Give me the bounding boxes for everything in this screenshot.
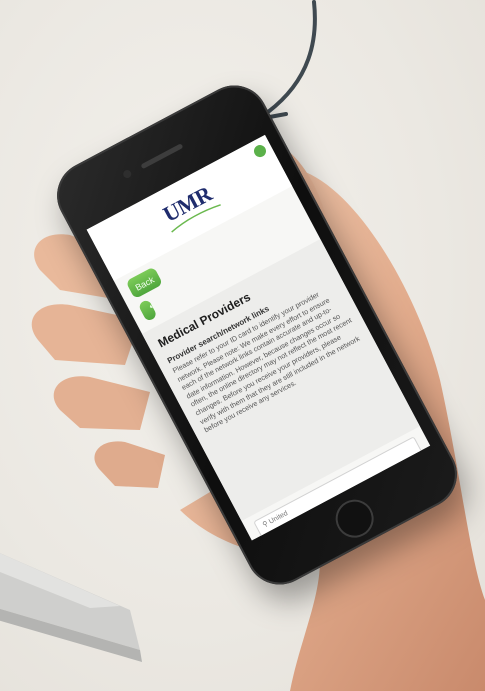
search-value: United bbox=[267, 509, 290, 526]
camera-icon bbox=[121, 168, 133, 180]
share-icon: ↰ bbox=[147, 301, 159, 314]
app-header: UMR bbox=[86, 134, 293, 281]
photo-scene: UMR Back ↰ Medical Providers Provider se… bbox=[0, 0, 485, 691]
back-button-label: Back bbox=[133, 274, 156, 293]
share-button[interactable]: ↰ bbox=[137, 298, 159, 323]
speaker-grille bbox=[140, 143, 184, 170]
home-button[interactable] bbox=[328, 492, 381, 545]
umr-logo: UMR bbox=[158, 180, 216, 227]
